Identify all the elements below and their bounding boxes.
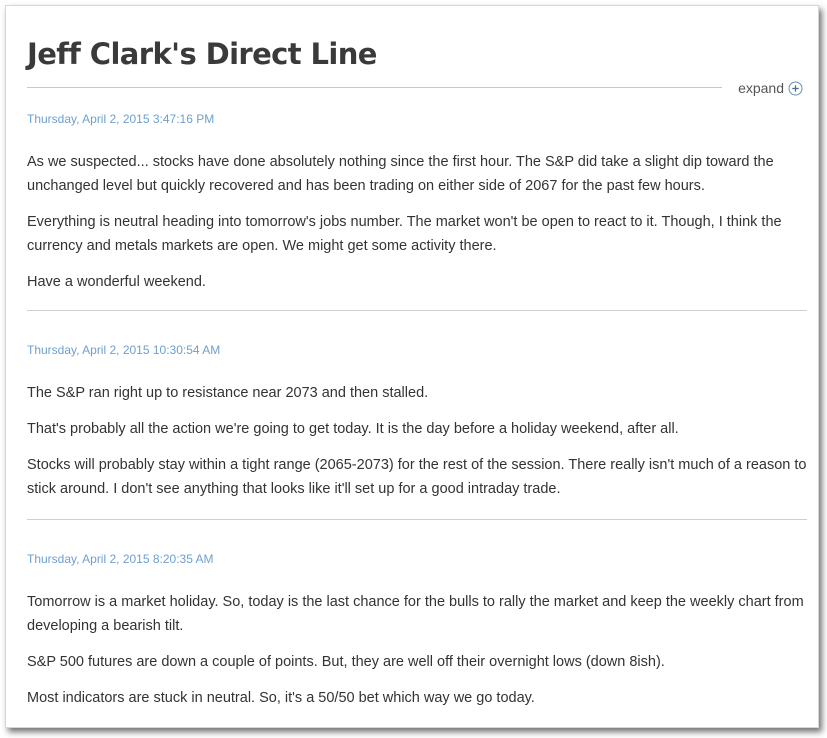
post-list: Thursday, April 2, 2015 3:47:16 PM As we…: [27, 112, 807, 722]
post-entry: Thursday, April 2, 2015 3:47:16 PM As we…: [27, 112, 807, 311]
post-paragraph: Most indicators are stuck in neutral. So…: [27, 690, 535, 706]
post-timestamp: Thursday, April 2, 2015 3:47:16 PM: [27, 112, 215, 126]
post-paragraph: The S&P ran right up to resistance near …: [27, 385, 429, 401]
post-paragraph: That's probably all the action we're goi…: [27, 421, 679, 437]
post-paragraph: S&P 500 futures are down a couple of poi…: [27, 654, 665, 670]
post-paragraph: Stocks will probably stay within a tight…: [27, 457, 807, 497]
title-divider: [27, 87, 722, 88]
post-paragraph: Everything is neutral heading into tomor…: [27, 214, 782, 254]
post-entry: Thursday, April 2, 2015 8:20:35 AM Tomor…: [27, 552, 807, 710]
post-timestamp: Thursday, April 2, 2015 10:30:54 AM: [27, 343, 221, 357]
post-paragraph: Have a wonderful weekend.: [27, 274, 206, 290]
post-timestamp: Thursday, April 2, 2015 8:20:35 AM: [27, 552, 214, 566]
plus-circle-icon: [788, 81, 803, 96]
page-title: Jeff Clark's Direct Line: [27, 37, 377, 71]
post-paragraph: Tomorrow is a market holiday. So, today …: [27, 594, 804, 634]
expand-label: expand: [738, 80, 784, 96]
post-entry: Thursday, April 2, 2015 10:30:54 AM The …: [27, 343, 807, 520]
blog-panel: Jeff Clark's Direct Line expand Thursday…: [5, 5, 819, 728]
expand-button[interactable]: expand: [738, 79, 803, 97]
post-paragraph: As we suspected... stocks have done abso…: [27, 154, 774, 194]
